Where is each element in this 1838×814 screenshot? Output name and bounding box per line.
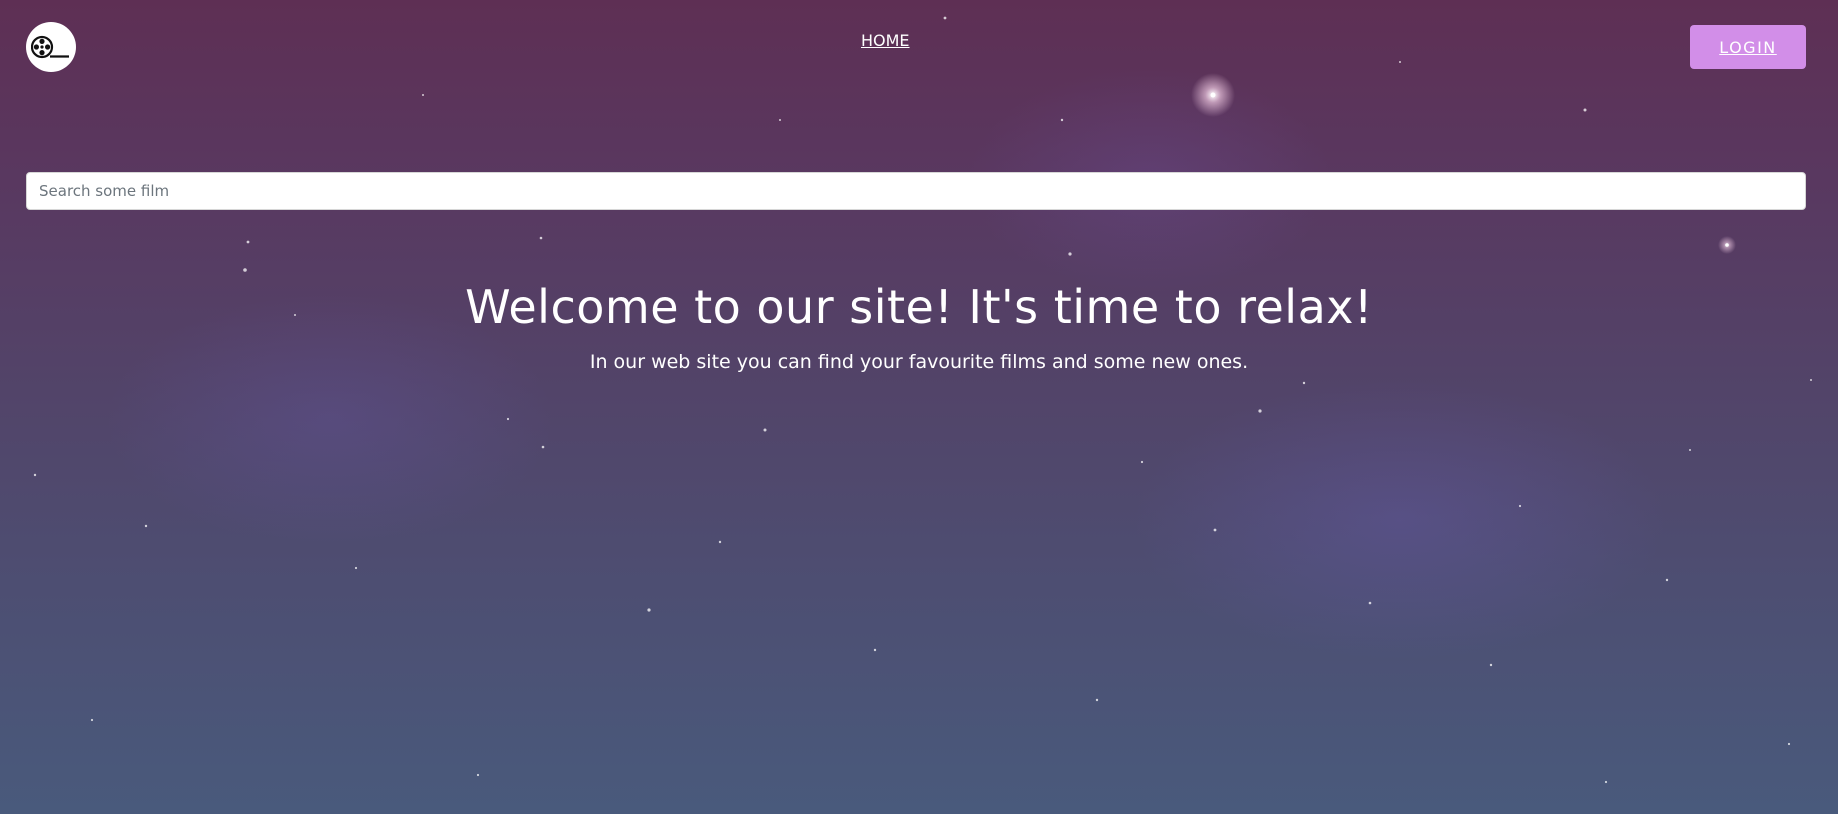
hero-subtitle: In our web site you can find your favour… (589, 351, 1249, 373)
site-logo[interactable] (26, 22, 76, 72)
starfield-background (33, 16, 1812, 784)
search-input[interactable] (26, 172, 1806, 210)
page-background: HOME LOGIN Welcome to our site! It's tim… (0, 0, 1838, 814)
login-button[interactable]: LOGIN (1690, 25, 1806, 69)
nav-home-link[interactable]: HOME (861, 31, 910, 50)
hero-title: Welcome to our site! It's time to relax! (465, 280, 1373, 334)
film-reel-icon (31, 35, 69, 59)
